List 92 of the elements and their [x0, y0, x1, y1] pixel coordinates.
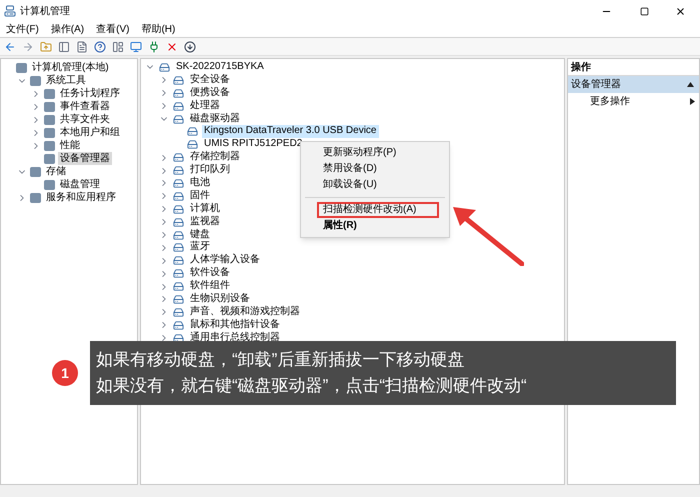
panel-icon[interactable] [58, 40, 70, 52]
tree-item[interactable]: 人体学输入设备 [188, 254, 262, 268]
folder-up-icon[interactable] [40, 40, 52, 52]
tree-item[interactable]: 安全设备 [188, 74, 232, 87]
device-icon [173, 114, 184, 124]
folder-icon [30, 166, 41, 176]
device-icon [173, 242, 184, 254]
tree-item[interactable]: 性能 [58, 139, 82, 152]
tree-item[interactable]: 固件 [188, 190, 212, 203]
menu-item[interactable]: 操作(A) [50, 22, 84, 37]
tree-item[interactable]: 键盘 [188, 228, 212, 242]
arrow-drawing [452, 206, 524, 266]
window-title: 计算机管理 [20, 4, 70, 18]
device-icon [173, 294, 184, 305]
panel-icon[interactable] [112, 40, 124, 52]
folder-icon [30, 76, 41, 86]
device-icon [173, 100, 184, 112]
tree-item[interactable]: 磁盘管理 [58, 178, 102, 191]
device-icon [187, 139, 198, 150]
tree-item[interactable]: Kingston DataTraveler 3.0 USB Device [202, 125, 378, 138]
tree-item[interactable]: 磁盘驱动器 [188, 112, 242, 126]
download-icon[interactable] [184, 40, 196, 52]
back-icon[interactable] [4, 40, 16, 52]
tree-item[interactable]: 电池 [188, 177, 212, 190]
tree-item[interactable]: 声音、视频和游戏控制器 [188, 306, 302, 319]
folder-icon [44, 102, 55, 112]
tree-item[interactable]: 蓝牙 [188, 241, 212, 254]
device-icon [173, 255, 184, 266]
device-icon [173, 216, 184, 228]
tree-item[interactable]: 系统工具 [44, 74, 88, 87]
folder-icon [30, 192, 41, 202]
help-icon[interactable] [94, 40, 106, 52]
device-icon [173, 332, 184, 344]
maximize-icon[interactable] [640, 6, 649, 16]
tree-item[interactable]: 鼠标和其他指针设备 [188, 318, 282, 332]
menu-item[interactable]: 查看(V) [96, 22, 130, 37]
folder-icon [44, 154, 55, 164]
tree-item[interactable]: 处理器 [188, 100, 222, 113]
tree-item[interactable]: 存储 [44, 165, 68, 178]
tree-item[interactable]: 共享文件夹 [58, 113, 112, 126]
device-icon [173, 268, 184, 280]
device-icon [173, 165, 184, 176]
device-icon [173, 281, 184, 292]
menu-item[interactable]: 卸载设备(U) [301, 177, 449, 193]
menu-item[interactable]: 文件(F) [6, 22, 39, 37]
action-link[interactable]: 更多操作 [590, 94, 690, 109]
tree-item[interactable]: 存储控制器 [188, 151, 242, 164]
tree-item[interactable]: SK-20220715BYKA [174, 61, 266, 74]
device-icon [173, 306, 184, 318]
device-icon [187, 126, 198, 138]
tree-item[interactable]: 服务和应用程序 [44, 191, 118, 204]
folder-icon [44, 140, 55, 150]
device-icon [159, 62, 170, 73]
tree-item[interactable]: 便携设备 [188, 86, 232, 100]
tree-item[interactable]: 设备管理器 [58, 152, 112, 165]
close-icon[interactable] [675, 6, 686, 16]
collapse-icon[interactable] [687, 82, 694, 87]
caption-text: 如果没有，就右键“磁盘驱动器”，点击“扫描检测硬件改动“ [96, 375, 528, 397]
device-icon [173, 204, 184, 215]
caption-text: 如果有移动硬盘，“卸载”后重新插拔一下移动硬盘 [96, 349, 466, 371]
tree-item[interactable]: 软件设备 [188, 267, 232, 280]
computer-icon [4, 5, 16, 17]
folder-icon [44, 180, 55, 190]
tree-item[interactable]: 生物识别设备 [188, 293, 252, 306]
device-icon [173, 190, 184, 202]
menu-item[interactable]: 禁用设备(D) [301, 161, 449, 177]
tree-item[interactable]: 软件组件 [188, 280, 232, 294]
tree-item[interactable]: 计算机管理(本地) [30, 61, 111, 74]
device-icon [173, 320, 184, 331]
device-icon [173, 178, 184, 189]
tree-item[interactable]: 计算机 [188, 202, 222, 216]
tree-item[interactable]: 监视器 [188, 216, 222, 229]
menu-item[interactable]: 属性(R) [301, 218, 449, 234]
forward-icon[interactable] [22, 40, 34, 52]
device-icon [173, 152, 184, 164]
menu-item[interactable]: 帮助(H) [141, 22, 176, 37]
tree-item[interactable]: 任务计划程序 [58, 87, 122, 100]
folder-icon [44, 128, 55, 138]
device-icon [173, 230, 184, 241]
folder-icon [44, 114, 55, 124]
folder-icon [16, 62, 27, 72]
menu-item[interactable]: 扫描检测硬件改动(A) [317, 202, 439, 218]
monitor-icon[interactable] [130, 40, 142, 52]
plug-icon[interactable] [148, 40, 160, 52]
submenu-arrow-icon [690, 98, 695, 105]
tree-item[interactable]: 事件查看器 [58, 100, 112, 113]
device-icon [173, 74, 184, 86]
tree-item[interactable]: 本地用户和组 [58, 126, 122, 139]
folder-icon [44, 88, 55, 98]
tree-item[interactable]: 打印队列 [188, 164, 232, 178]
document-icon[interactable] [76, 40, 88, 52]
device-icon [173, 88, 184, 99]
